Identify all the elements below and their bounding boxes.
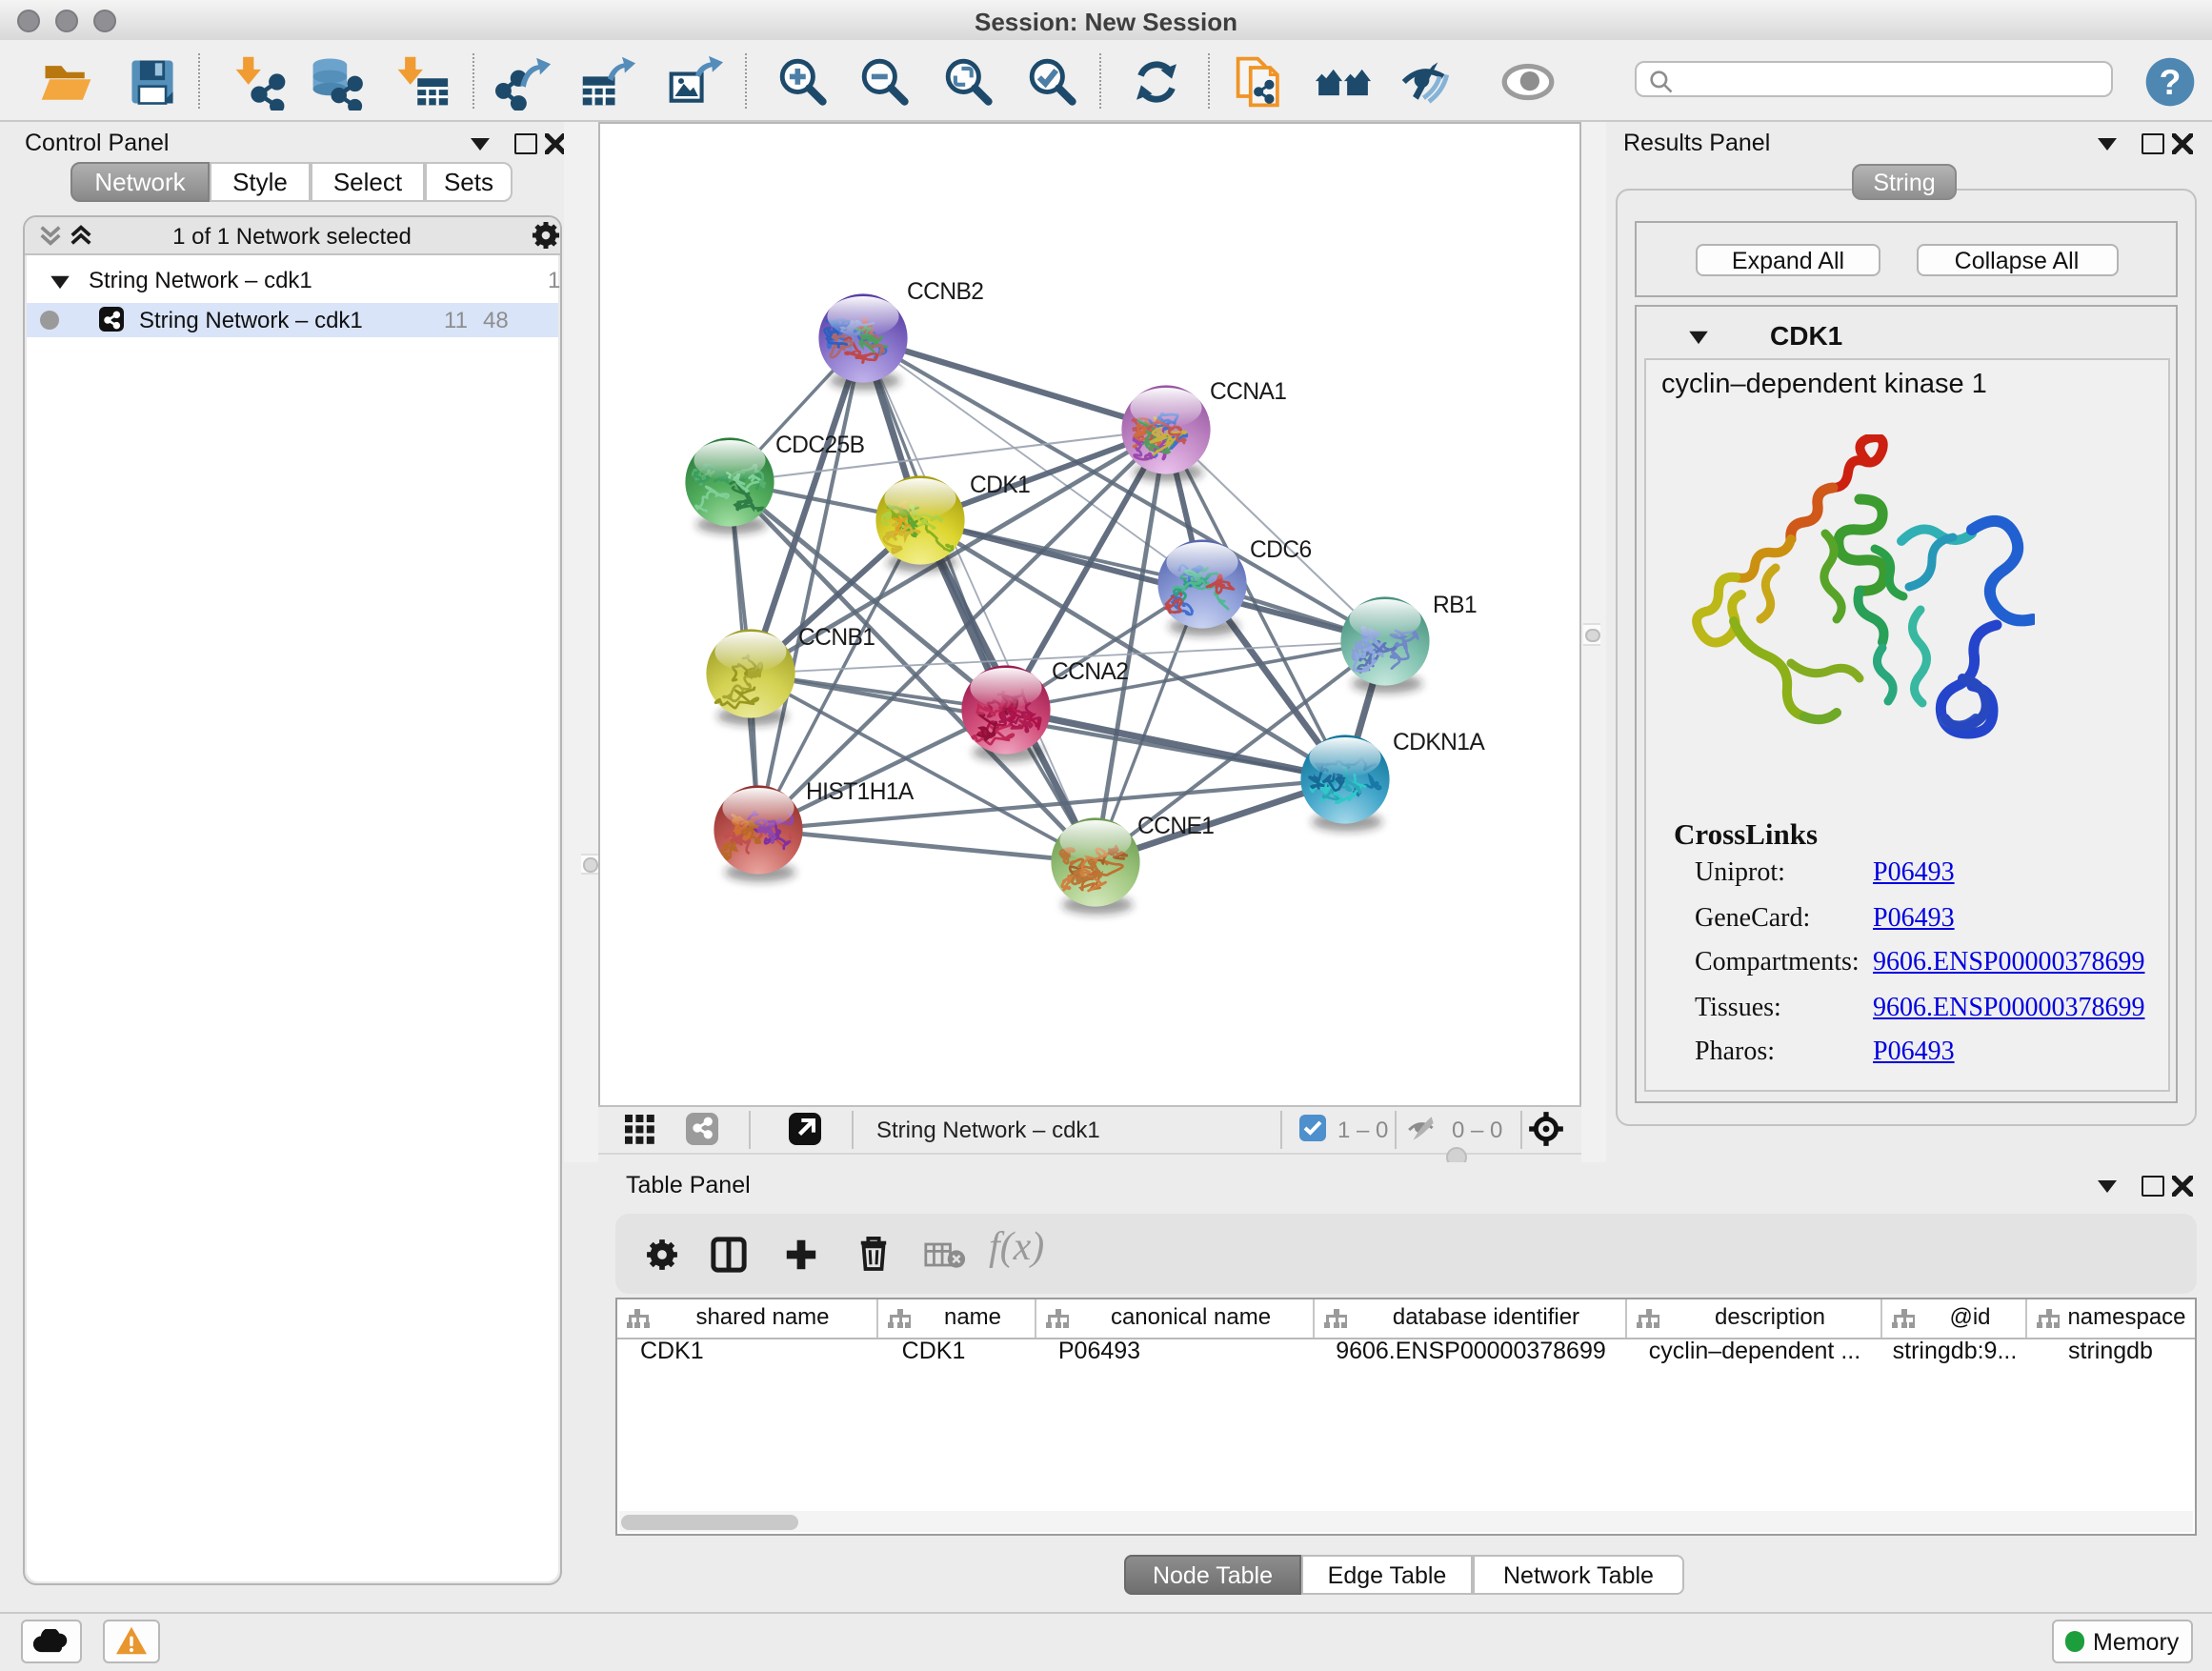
svg-text:?: ? (2159, 61, 2181, 101)
svg-text:CDC6: CDC6 (1250, 536, 1312, 562)
svg-text:CCNB2: CCNB2 (907, 278, 983, 304)
svg-text:CDKN1A: CDKN1A (1393, 729, 1485, 755)
svg-text:CCNE1: CCNE1 (1137, 813, 1214, 838)
svg-text:RB1: RB1 (1433, 592, 1477, 617)
svg-text:CDC25B: CDC25B (775, 432, 865, 457)
svg-text:CDK1: CDK1 (970, 472, 1030, 497)
svg-text:HIST1H1A: HIST1H1A (806, 778, 915, 804)
svg-text:CCNA1: CCNA1 (1210, 378, 1286, 404)
svg-text:CCNB1: CCNB1 (798, 624, 875, 650)
svg-text:CCNA2: CCNA2 (1052, 658, 1128, 684)
